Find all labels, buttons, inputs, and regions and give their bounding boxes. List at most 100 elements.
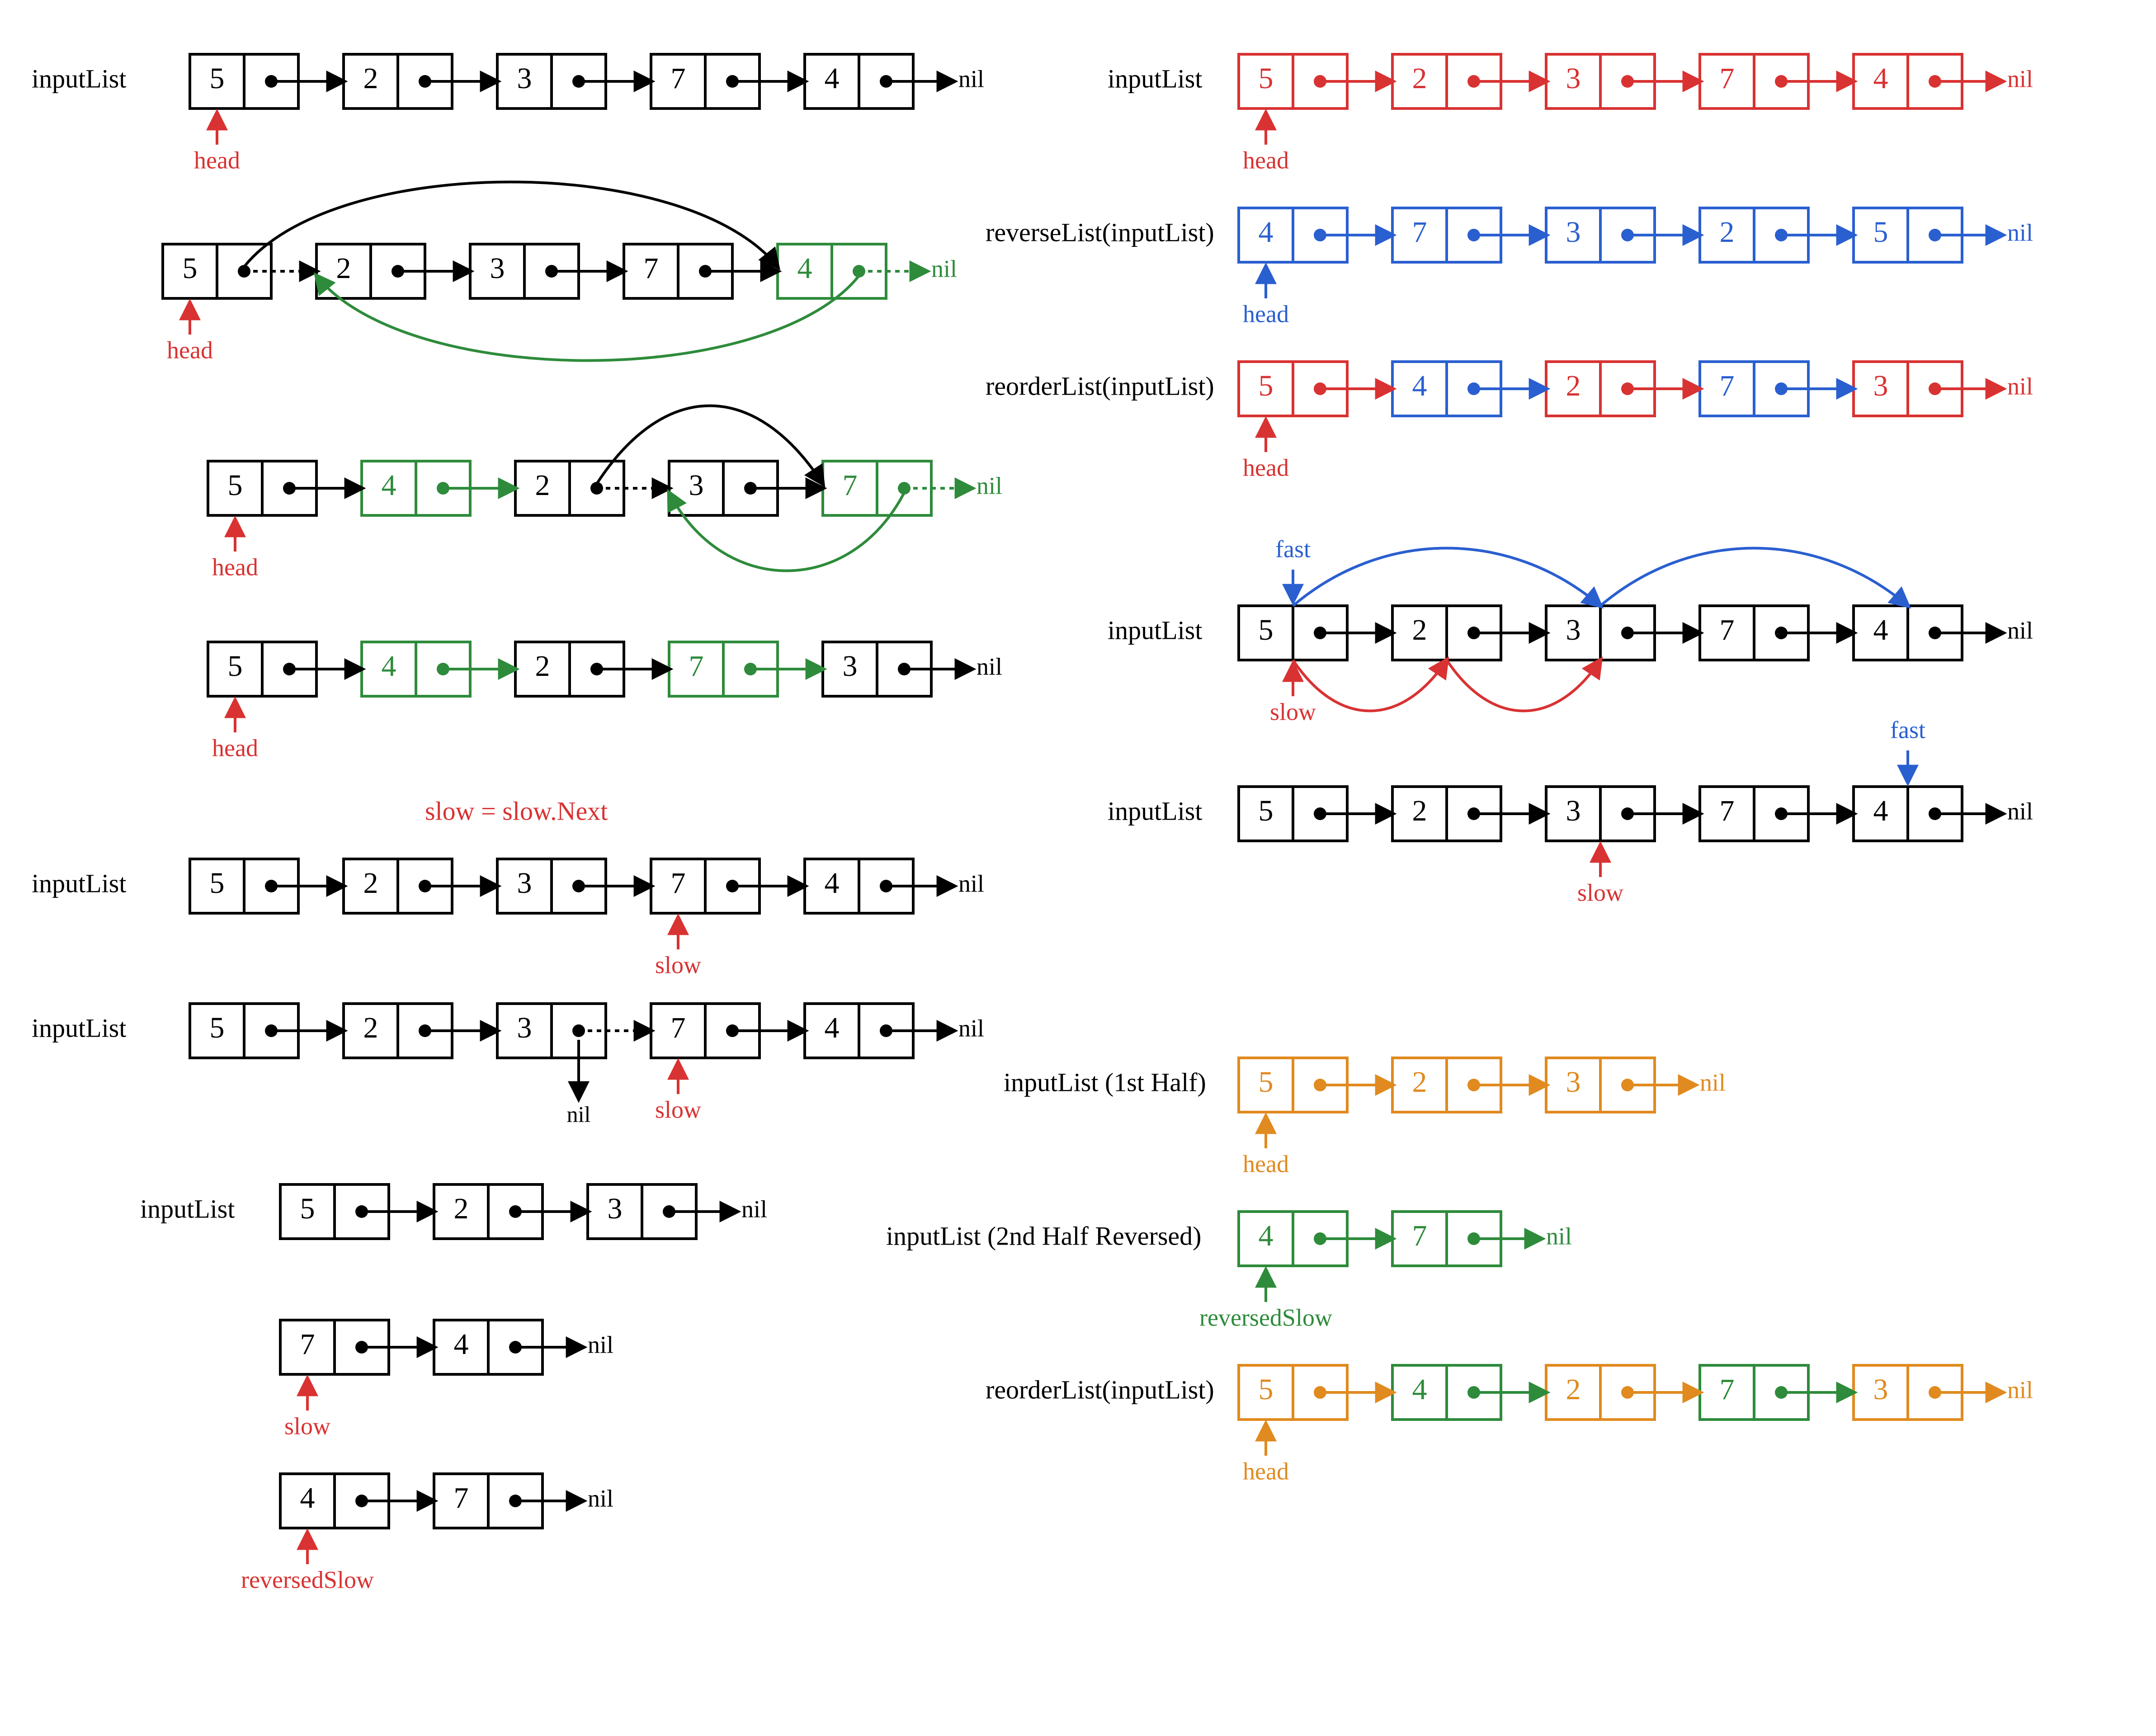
svg-text:2: 2 bbox=[363, 62, 378, 95]
svg-text:slow = slow.Next: slow = slow.Next bbox=[425, 796, 608, 826]
svg-text:2: 2 bbox=[363, 1011, 378, 1044]
svg-text:nil: nil bbox=[2007, 65, 2033, 92]
svg-text:inputList: inputList bbox=[32, 64, 126, 93]
svg-text:7: 7 bbox=[1720, 794, 1735, 827]
pointer-label: slow bbox=[655, 918, 701, 978]
svg-text:5: 5 bbox=[228, 469, 243, 502]
pointer-label: head bbox=[194, 113, 240, 174]
node-row: 54237nil bbox=[208, 461, 1002, 515]
svg-text:inputList: inputList bbox=[32, 1013, 126, 1043]
node-row: 47nil bbox=[1239, 1212, 1572, 1266]
pointer-label: head bbox=[1243, 1424, 1289, 1485]
svg-text:nil: nil bbox=[588, 1485, 613, 1512]
svg-text:5: 5 bbox=[210, 1011, 225, 1044]
svg-text:head: head bbox=[1243, 454, 1289, 481]
pointer-label: head bbox=[212, 701, 258, 761]
svg-text:slow: slow bbox=[655, 951, 701, 978]
svg-text:5: 5 bbox=[1259, 794, 1274, 827]
svg-text:2: 2 bbox=[363, 867, 378, 900]
pointer-label: slow bbox=[284, 1379, 330, 1439]
svg-text:head: head bbox=[212, 553, 258, 580]
svg-text:2: 2 bbox=[1566, 1373, 1581, 1406]
pointer-label: head bbox=[1243, 267, 1289, 327]
svg-text:inputList: inputList bbox=[1108, 64, 1202, 93]
svg-text:nil: nil bbox=[2007, 617, 2033, 644]
node-row: 52374nil bbox=[190, 54, 984, 108]
svg-text:head: head bbox=[1243, 1150, 1289, 1177]
svg-text:head: head bbox=[1243, 300, 1289, 327]
svg-text:7: 7 bbox=[300, 1328, 315, 1361]
pointer-label: slow bbox=[1577, 845, 1623, 906]
pointer-label: head bbox=[212, 520, 258, 580]
svg-text:5: 5 bbox=[1259, 1066, 1274, 1099]
node-row: 74nil bbox=[280, 1320, 613, 1374]
svg-text:4: 4 bbox=[1259, 216, 1274, 249]
svg-text:2: 2 bbox=[1566, 369, 1581, 402]
node-row: 52374nil bbox=[1239, 54, 2033, 108]
svg-text:reverseList(inputList): reverseList(inputList) bbox=[986, 217, 1214, 247]
node-row: 52374nil bbox=[163, 244, 957, 298]
svg-text:inputList (1st Half): inputList (1st Half) bbox=[1004, 1067, 1206, 1097]
svg-text:4: 4 bbox=[1873, 62, 1888, 95]
node-row: 54273nil bbox=[1239, 362, 2033, 416]
svg-text:3: 3 bbox=[689, 469, 704, 502]
svg-text:nil: nil bbox=[2007, 373, 2033, 400]
svg-text:4: 4 bbox=[1412, 1373, 1427, 1406]
svg-text:7: 7 bbox=[1720, 613, 1735, 646]
svg-text:nil: nil bbox=[567, 1101, 591, 1127]
svg-text:5: 5 bbox=[1873, 216, 1888, 249]
svg-text:nil: nil bbox=[958, 65, 984, 92]
svg-text:7: 7 bbox=[1412, 1219, 1427, 1252]
svg-text:nil: nil bbox=[2007, 797, 2033, 825]
svg-text:5: 5 bbox=[1259, 1373, 1274, 1406]
svg-text:3: 3 bbox=[517, 867, 532, 900]
svg-text:7: 7 bbox=[671, 1011, 686, 1044]
svg-text:nil: nil bbox=[588, 1331, 613, 1358]
svg-text:7: 7 bbox=[671, 867, 686, 900]
svg-text:2: 2 bbox=[454, 1192, 469, 1225]
svg-text:2: 2 bbox=[336, 252, 351, 285]
svg-text:5: 5 bbox=[1259, 369, 1274, 402]
node-row: 52374nil bbox=[190, 1004, 984, 1058]
svg-text:5: 5 bbox=[210, 62, 225, 95]
pointer-label: slow bbox=[655, 1062, 701, 1123]
svg-text:2: 2 bbox=[1412, 613, 1427, 646]
svg-text:4: 4 bbox=[300, 1481, 315, 1514]
svg-text:reversedSlow: reversedSlow bbox=[241, 1566, 374, 1593]
svg-text:nil: nil bbox=[977, 472, 1002, 499]
svg-text:5: 5 bbox=[1259, 613, 1274, 646]
pointer-label: fast bbox=[1890, 716, 1925, 782]
node-row: 523nil bbox=[280, 1184, 767, 1239]
svg-text:3: 3 bbox=[1566, 613, 1581, 646]
node-row: 52374nil bbox=[1239, 787, 2033, 841]
svg-text:5: 5 bbox=[210, 867, 225, 900]
svg-text:fast: fast bbox=[1275, 535, 1311, 562]
svg-text:inputList (2nd Half Reversed): inputList (2nd Half Reversed) bbox=[886, 1221, 1201, 1250]
svg-text:nil: nil bbox=[977, 653, 1002, 680]
svg-text:3: 3 bbox=[1566, 794, 1581, 827]
node-row: 47nil bbox=[280, 1474, 613, 1528]
svg-text:3: 3 bbox=[1873, 1373, 1888, 1406]
svg-text:slow: slow bbox=[655, 1096, 701, 1123]
svg-text:inputList: inputList bbox=[32, 868, 126, 898]
svg-text:2: 2 bbox=[1412, 1066, 1427, 1099]
node-row: 52374nil bbox=[190, 859, 984, 913]
svg-text:head: head bbox=[194, 146, 240, 174]
svg-text:nil: nil bbox=[1700, 1069, 1726, 1096]
svg-text:3: 3 bbox=[1566, 216, 1581, 249]
svg-text:7: 7 bbox=[644, 252, 659, 285]
pointer-label: head bbox=[1243, 113, 1289, 174]
node-row: 54273nil bbox=[1239, 1365, 2033, 1420]
pointer-label: reversedSlow bbox=[1199, 1270, 1332, 1331]
pointer-label: head bbox=[1243, 420, 1289, 481]
svg-text:inputList: inputList bbox=[1108, 796, 1202, 826]
svg-text:7: 7 bbox=[671, 62, 686, 95]
svg-text:nil: nil bbox=[931, 255, 957, 282]
svg-text:3: 3 bbox=[1873, 369, 1888, 402]
svg-text:4: 4 bbox=[382, 469, 396, 502]
svg-text:4: 4 bbox=[1259, 1219, 1274, 1252]
svg-text:7: 7 bbox=[1720, 369, 1735, 402]
svg-text:reorderList(inputList): reorderList(inputList) bbox=[986, 371, 1214, 401]
svg-text:2: 2 bbox=[1412, 62, 1427, 95]
svg-text:5: 5 bbox=[1259, 62, 1274, 95]
